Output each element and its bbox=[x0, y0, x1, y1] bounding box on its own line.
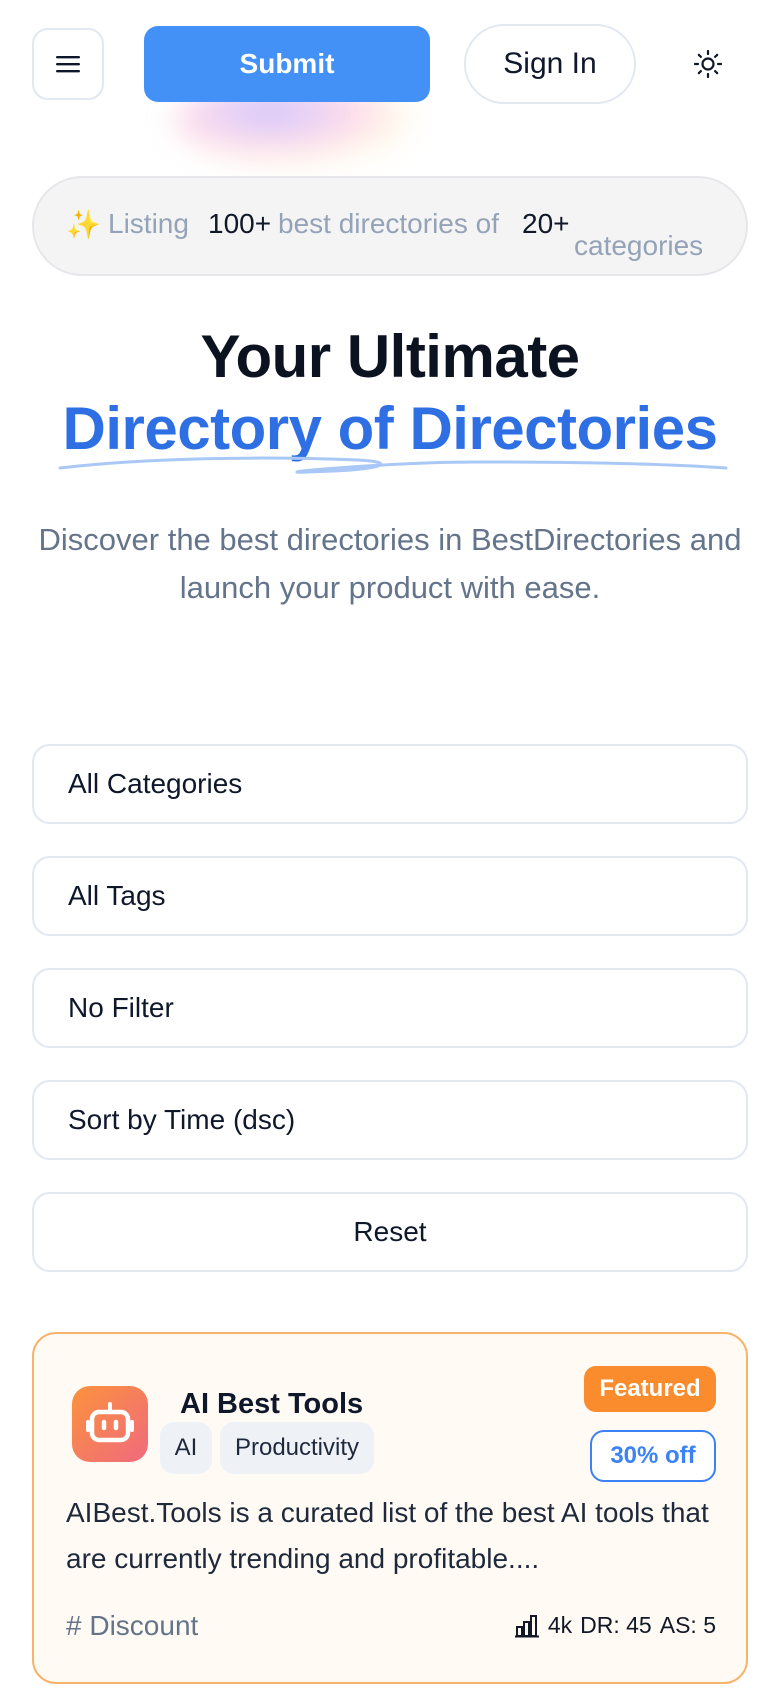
directory-card[interactable]: AI Best Tools AI Productivity Featured 3… bbox=[32, 1332, 748, 1684]
stats-banner: ✨ Listing 100+ best directories of 20+ c… bbox=[32, 176, 748, 276]
authority-score: AS: 5 bbox=[659, 1612, 716, 1638]
featured-badge: Featured bbox=[584, 1366, 716, 1412]
discount-tag-link[interactable]: # Discount bbox=[66, 1610, 198, 1642]
submit-button[interactable]: Submit bbox=[144, 26, 430, 102]
hero-subtitle: Discover the best directories in BestDir… bbox=[38, 522, 742, 605]
bar-chart-icon bbox=[514, 1614, 539, 1637]
card-title[interactable]: AI Best Tools bbox=[180, 1388, 363, 1421]
menu-button[interactable] bbox=[32, 28, 104, 100]
submit-area: Submit bbox=[144, 26, 430, 166]
top-nav: Submit Sign In bbox=[0, 0, 780, 166]
category-select[interactable]: All Categories bbox=[32, 744, 748, 824]
card-stats: 4k DR: 45 AS: 5 bbox=[514, 1612, 716, 1639]
directories-count: 100+ bbox=[208, 208, 272, 239]
sort-select[interactable]: Sort by Time (dsc) bbox=[32, 1080, 748, 1160]
discount-badge: 30% off bbox=[590, 1430, 716, 1482]
categories-count: 20+ bbox=[522, 208, 570, 239]
title-underline-decoration bbox=[58, 456, 728, 474]
sparkle-icon: ✨ bbox=[66, 209, 101, 240]
banner-categories-text: categories bbox=[574, 230, 704, 261]
robot-logo-icon bbox=[72, 1386, 148, 1462]
banner-middle-text: best directories of bbox=[278, 208, 499, 239]
card-tag[interactable]: AI bbox=[160, 1422, 212, 1474]
theme-toggle-button[interactable] bbox=[688, 44, 728, 84]
hero-title-line1: Your Ultimate bbox=[200, 323, 580, 390]
hamburger-icon bbox=[56, 56, 80, 73]
sign-in-button[interactable]: Sign In bbox=[464, 24, 636, 104]
sun-icon bbox=[693, 49, 723, 79]
reset-button[interactable]: Reset bbox=[32, 1192, 748, 1272]
traffic-value: 4k bbox=[547, 1612, 573, 1638]
domain-rating: DR: 45 bbox=[580, 1612, 652, 1638]
filter-select[interactable]: No Filter bbox=[32, 968, 748, 1048]
card-description: AIBest.Tools is a curated list of the be… bbox=[66, 1497, 709, 1574]
tags-select[interactable]: All Tags bbox=[32, 856, 748, 936]
card-tag[interactable]: Productivity bbox=[220, 1422, 374, 1474]
banner-listing-text: Listing bbox=[108, 208, 189, 239]
